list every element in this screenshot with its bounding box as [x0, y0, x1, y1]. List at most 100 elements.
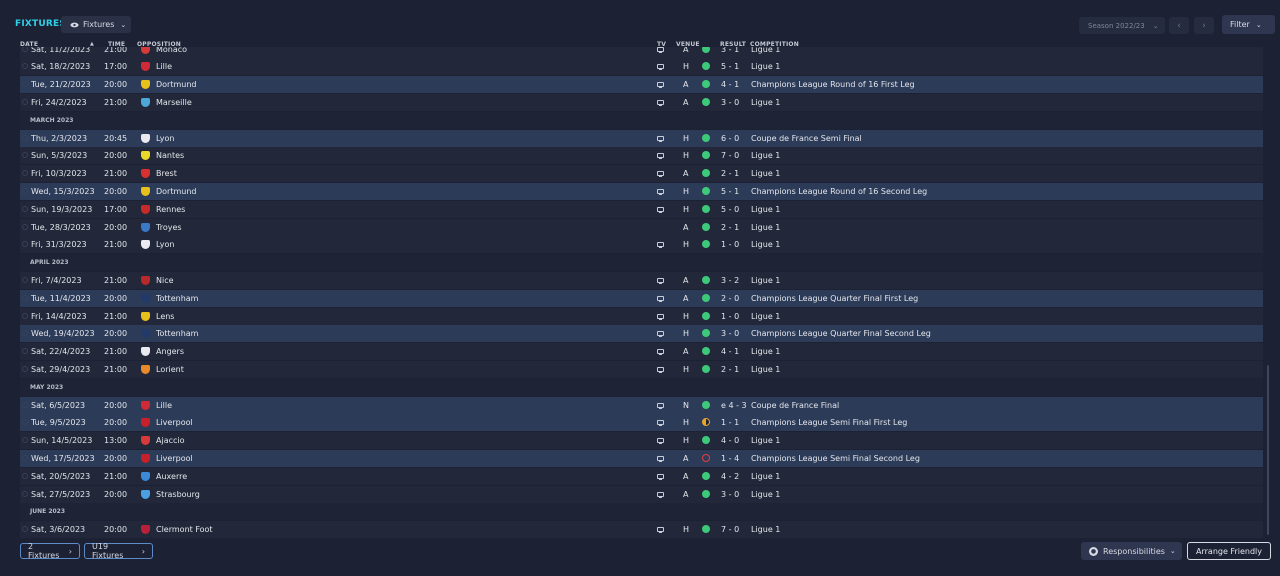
previous-button[interactable]: ‹ — [1169, 17, 1189, 34]
fixture-row[interactable]: Sat, 27/5/2023 20:00 Strasbourg A 3 - 0 Ligue… — [20, 485, 1263, 503]
fixture-row[interactable]: Wed, 15/3/2023 20:00 Dortmund H 5 - 1 Champio… — [20, 182, 1263, 200]
row-select-dot[interactable] — [22, 472, 28, 479]
opposition-link[interactable]: Dortmund — [156, 76, 197, 93]
arrange-friendly-button[interactable]: Arrange Friendly — [1187, 542, 1271, 560]
fixture-row[interactable]: Sun, 5/3/2023 20:00 Nantes H 7 - 0 Ligue 1 — [20, 147, 1263, 165]
fixture-time: 20:00 — [104, 400, 128, 410]
row-select-dot[interactable] — [22, 170, 28, 177]
fixture-row[interactable]: Tue, 11/4/2023 20:00 Tottenham A 2 - 0 Champi… — [20, 289, 1263, 307]
fixture-row[interactable]: Sat, 3/6/2023 20:00 Clermont Foot H 7 - 0 Lig… — [20, 521, 1263, 539]
row-select-dot[interactable] — [22, 223, 28, 230]
fixture-time: 20:00 — [104, 453, 128, 463]
fixture-row[interactable]: Wed, 19/4/2023 20:00 Tottenham H 3 - 0 Champi… — [20, 325, 1263, 343]
row-select-dot[interactable] — [22, 365, 28, 372]
chevron-right-icon: › — [141, 546, 145, 556]
fixture-row[interactable]: Sat, 29/4/2023 21:00 Lorient H 2 - 1 Ligue 1 — [20, 360, 1263, 378]
row-select-dot[interactable] — [22, 401, 28, 408]
fixture-row[interactable]: Fri, 14/4/2023 21:00 Lens H 1 - 0 Ligue 1 — [20, 307, 1263, 325]
row-select-dot[interactable] — [22, 134, 28, 141]
scrollbar[interactable] — [1267, 365, 1269, 535]
fixture-row[interactable]: Tue, 9/5/2023 20:00 Liverpool H 1 - 1 Champio… — [20, 414, 1263, 432]
opposition-link[interactable]: Lille — [156, 58, 172, 75]
opposition-link[interactable]: Troyes — [156, 219, 182, 236]
club-crest-icon — [141, 293, 150, 303]
row-select-dot[interactable] — [22, 294, 28, 301]
fixture-row[interactable]: Sat, 18/2/2023 17:00 Lille H 5 - 1 Ligue 1 — [20, 58, 1263, 76]
month-header-label: APRIL 2023 — [30, 259, 69, 267]
row-select-dot[interactable] — [22, 205, 28, 212]
fixture-row[interactable]: Sun, 14/5/2023 13:00 Ajaccio H 4 - 0 Ligue 1 — [20, 432, 1263, 450]
opposition-link[interactable]: Nice — [156, 272, 174, 289]
fixture-row[interactable]: Fri, 24/2/2023 21:00 Marseille A 3 - 0 Ligue … — [20, 93, 1263, 111]
next-button[interactable]: › — [1194, 17, 1214, 34]
fixture-result: 7 - 0 — [721, 525, 740, 535]
opposition-link[interactable]: Rennes — [156, 201, 185, 218]
fixtures-2-button[interactable]: 2 Fixtures › — [20, 542, 80, 560]
row-select-dot[interactable] — [22, 98, 28, 105]
row-select-dot[interactable] — [22, 187, 28, 194]
fixture-competition: Ligue 1 — [751, 489, 781, 499]
filter-button[interactable]: Filter ⌄ — [1222, 15, 1275, 34]
row-select-dot[interactable] — [22, 152, 28, 159]
opposition-link[interactable]: Auxerre — [156, 468, 187, 485]
fixture-venue: H — [683, 133, 690, 143]
top-bar: FIXTURES Fixtures ⌄ Season 2022/23 ⌄ ‹ ›… — [0, 0, 1280, 38]
opposition-link[interactable]: Dortmund — [156, 183, 197, 200]
row-select-dot[interactable] — [22, 419, 28, 426]
opposition-link[interactable]: Brest — [156, 165, 177, 182]
view-dropdown[interactable]: Fixtures ⌄ — [61, 16, 131, 33]
row-select-dot[interactable] — [22, 454, 28, 461]
row-select-dot[interactable] — [22, 63, 28, 70]
u19-fixtures-button[interactable]: U19 Fixtures › — [84, 542, 153, 560]
fixture-row[interactable]: Tue, 21/2/2023 20:00 Dortmund A 4 - 1 Champio… — [20, 76, 1263, 94]
opposition-link[interactable]: Lyon — [156, 236, 174, 253]
opposition-link[interactable]: Liverpool — [156, 450, 193, 467]
opposition-link[interactable]: Lorient — [156, 361, 184, 378]
fixture-venue: H — [683, 436, 690, 446]
row-select-dot[interactable] — [22, 330, 28, 337]
fixture-date: Tue, 11/4/2023 — [31, 293, 91, 303]
row-select-dot[interactable] — [22, 437, 28, 444]
row-select-dot[interactable] — [22, 241, 28, 248]
fixture-row[interactable]: Thu, 2/3/2023 20:45 Lyon H 6 - 0 Coupe de Fra… — [20, 129, 1263, 147]
opposition-link[interactable]: Clermont Foot — [156, 521, 213, 538]
fixture-row[interactable]: Sat, 6/5/2023 20:00 Lille Ne 4 - 3 Coupe de … — [20, 396, 1263, 414]
row-select-dot[interactable] — [22, 81, 28, 88]
fixture-result: 2 - 1 — [721, 222, 740, 232]
opposition-link[interactable]: Ajaccio — [156, 432, 185, 449]
fixture-row[interactable]: Fri, 7/4/2023 21:00 Nice A 3 - 2 Ligue 1 — [20, 271, 1263, 289]
fixture-row[interactable]: Sat, 11/2/2023 21:00 Monaco A 3 - 1 Ligue 1 — [20, 47, 1263, 58]
row-select-dot[interactable] — [22, 526, 28, 533]
season-selector[interactable]: Season 2022/23 ⌄ — [1079, 17, 1165, 34]
fixture-row[interactable]: Tue, 28/3/2023 20:00 Troyes A 2 - 1 Ligue 1 — [20, 218, 1263, 236]
opposition-link[interactable]: Tottenham — [156, 325, 198, 342]
row-select-dot[interactable] — [22, 490, 28, 497]
fixture-row[interactable]: Fri, 10/3/2023 21:00 Brest A 2 - 1 Ligue 1 — [20, 165, 1263, 183]
fixture-competition: Ligue 1 — [751, 169, 781, 179]
opposition-link[interactable]: Nantes — [156, 147, 184, 164]
row-select-dot[interactable] — [22, 47, 28, 52]
row-select-dot[interactable] — [22, 348, 28, 355]
opposition-link[interactable]: Strasbourg — [156, 486, 200, 503]
opposition-link[interactable]: Lyon — [156, 130, 174, 147]
row-select-dot[interactable] — [22, 312, 28, 319]
opposition-link[interactable]: Marseille — [156, 94, 192, 111]
fixture-competition: Ligue 1 — [751, 347, 781, 357]
fixture-row[interactable]: Sat, 22/4/2023 21:00 Angers A 4 - 1 Ligue 1 — [20, 343, 1263, 361]
fixture-venue: H — [683, 525, 690, 535]
opposition-link[interactable]: Lens — [156, 308, 174, 325]
fixture-row[interactable]: Sat, 20/5/2023 21:00 Auxerre A 4 - 2 Ligue 1 — [20, 467, 1263, 485]
opposition-link[interactable]: Lille — [156, 397, 172, 414]
responsibilities-button[interactable]: ● Responsibilities ⌄ — [1081, 542, 1182, 560]
win-result-icon — [702, 489, 710, 498]
fixture-time: 21:00 — [104, 364, 128, 374]
row-select-dot[interactable] — [22, 276, 28, 283]
opposition-link[interactable]: Liverpool — [156, 414, 193, 431]
fixture-date: Sat, 22/4/2023 — [31, 347, 91, 357]
fixture-row[interactable]: Sun, 19/3/2023 17:00 Rennes H 5 - 0 Ligue 1 — [20, 200, 1263, 218]
opposition-link[interactable]: Angers — [156, 343, 184, 360]
opposition-link[interactable]: Tottenham — [156, 290, 198, 307]
opposition-link[interactable]: Monaco — [156, 47, 187, 58]
fixture-row[interactable]: Fri, 31/3/2023 21:00 Lyon H 1 - 0 Ligue 1 — [20, 236, 1263, 254]
fixture-row[interactable]: Wed, 17/5/2023 20:00 Liverpool A 1 - 4 Champi… — [20, 449, 1263, 467]
